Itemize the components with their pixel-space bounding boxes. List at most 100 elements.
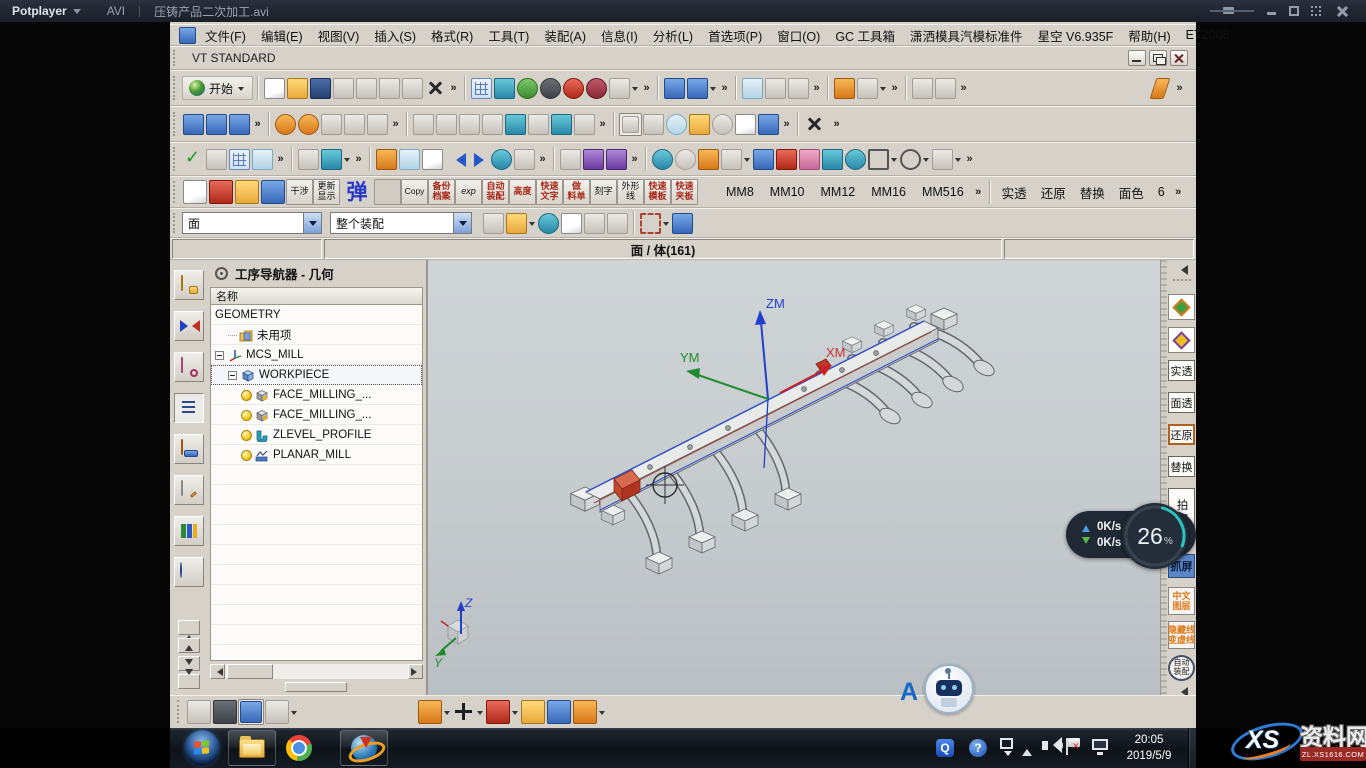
update-display-button[interactable]: 更新显示 xyxy=(313,179,340,205)
menu-help[interactable]: 帮助(H) xyxy=(1128,26,1170,45)
group-icon[interactable] xyxy=(574,114,595,135)
chevron-down-icon[interactable] xyxy=(890,150,899,168)
window-up-icon[interactable] xyxy=(514,149,535,170)
view-face-color[interactable]: 面色 xyxy=(1119,183,1144,202)
menu-edit[interactable]: 编辑(E) xyxy=(261,26,303,45)
align-center-icon[interactable] xyxy=(436,114,457,135)
table-icon[interactable] xyxy=(252,149,273,170)
toolbar-overflow-icon[interactable] xyxy=(780,119,793,129)
quick-text-button[interactable]: 快速文字 xyxy=(536,179,563,205)
tab-internet-info[interactable] xyxy=(174,557,204,587)
flag-tool-icon[interactable] xyxy=(206,149,227,170)
auto-assembly-button[interactable]: 自动装配 xyxy=(1168,655,1195,681)
polygon-tool-icon[interactable] xyxy=(900,149,921,170)
robot-avatar[interactable] xyxy=(924,664,974,714)
translate-icon[interactable] xyxy=(321,114,342,135)
nx-restore-icon[interactable] xyxy=(1149,50,1167,66)
tree-row-workpiece[interactable]: WORKPIECE xyxy=(211,365,422,385)
grid-icon[interactable] xyxy=(471,78,492,99)
rectangle-select-icon[interactable] xyxy=(640,213,661,234)
pattern-linear-icon[interactable] xyxy=(551,114,572,135)
plate-icon[interactable] xyxy=(822,149,843,170)
menu-format[interactable]: 格式(R) xyxy=(431,26,473,45)
view-solid-transparent[interactable]: 实透 xyxy=(1002,183,1027,202)
create-method-icon[interactable] xyxy=(265,700,289,724)
toolbar-overflow-icon[interactable] xyxy=(447,83,460,93)
spline-tool-icon[interactable] xyxy=(932,149,953,170)
datum-plane-icon[interactable] xyxy=(399,149,420,170)
start-button[interactable] xyxy=(184,730,220,766)
view-restore[interactable]: 还原 xyxy=(1041,183,1066,202)
scope-select[interactable]: 整个装配 xyxy=(330,212,472,234)
graphics-viewport[interactable]: ZM YM XM Z Y xyxy=(428,260,1160,695)
yellow-box-icon[interactable] xyxy=(235,180,259,204)
tree-row-face-milling-1[interactable]: FACE_MILLING_... xyxy=(211,385,422,405)
toolbar-grip[interactable] xyxy=(173,213,177,233)
menu-et2008[interactable]: ET2008 xyxy=(1186,28,1230,42)
player-volume-slider[interactable] xyxy=(1210,10,1254,12)
create-point-icon[interactable] xyxy=(453,701,475,723)
toolbar-grip[interactable] xyxy=(173,76,177,100)
chevron-down-icon[interactable] xyxy=(598,703,607,721)
analysis-icon[interactable] xyxy=(857,78,878,99)
create-geometry-button[interactable] xyxy=(238,699,264,725)
sketch-icon[interactable] xyxy=(912,78,933,99)
display-mode-icon[interactable] xyxy=(609,78,630,99)
app-menu-icon[interactable] xyxy=(179,27,196,44)
menu-xingkong[interactable]: 星空 V6.935F xyxy=(1038,26,1114,45)
taskbar-chrome-button[interactable] xyxy=(286,735,312,761)
auto-assemble-button[interactable]: 自动装配 xyxy=(482,179,509,205)
move-object-icon[interactable] xyxy=(183,114,204,135)
quick-template-button[interactable]: 快速模板 xyxy=(644,179,671,205)
menu-file[interactable]: 文件(F) xyxy=(205,26,246,45)
menu-analysis[interactable]: 分析(L) xyxy=(653,26,693,45)
tab-part-navigator[interactable] xyxy=(174,352,204,382)
menu-assembly[interactable]: 装配(A) xyxy=(544,26,586,45)
create-program-icon[interactable] xyxy=(187,700,211,724)
globe-icon[interactable] xyxy=(652,149,673,170)
collapse-left-icon[interactable] xyxy=(1176,265,1188,275)
nx-minimize-icon[interactable] xyxy=(1128,50,1146,66)
chevron-down-icon[interactable] xyxy=(476,703,485,721)
print-icon[interactable] xyxy=(333,78,354,99)
assistant-widget[interactable]: A xyxy=(898,662,974,718)
toolbar-overflow-icon[interactable] xyxy=(963,154,976,164)
tree-row-mcs-mill[interactable]: MCS_MILL xyxy=(211,345,422,365)
tab-operation-navigator[interactable] xyxy=(174,393,204,423)
compass-icon[interactable] xyxy=(491,149,512,170)
taskbar-nx-button[interactable] xyxy=(340,730,388,766)
size-mm16[interactable]: MM16 xyxy=(871,185,906,199)
tree-row-geometry[interactable]: GEOMETRY xyxy=(211,305,422,325)
align-right-icon[interactable] xyxy=(459,114,480,135)
distribute-icon[interactable] xyxy=(482,114,503,135)
toolbar-overflow-icon[interactable] xyxy=(274,154,287,164)
flag-marker-icon[interactable] xyxy=(486,700,510,724)
chevron-down-icon[interactable] xyxy=(709,79,718,97)
chevron-down-icon[interactable] xyxy=(743,150,752,168)
purple-cube-icon[interactable] xyxy=(583,149,604,170)
boss-icon[interactable] xyxy=(799,149,820,170)
save-icon[interactable] xyxy=(310,78,331,99)
menu-view[interactable]: 视图(V) xyxy=(318,26,360,45)
bulb-icon[interactable] xyxy=(241,430,252,441)
scroll-up-icon[interactable] xyxy=(178,638,200,653)
size-mm12[interactable]: MM12 xyxy=(821,185,856,199)
backup-files-button[interactable]: 备份档案 xyxy=(428,179,455,205)
toolbar-overflow-icon[interactable] xyxy=(888,83,901,93)
drill-depth-icon[interactable] xyxy=(521,700,545,724)
bulb-icon[interactable] xyxy=(241,390,252,401)
export-button[interactable]: exp xyxy=(455,179,482,205)
rotate-cw-icon[interactable] xyxy=(275,114,296,135)
open-file-icon[interactable] xyxy=(287,78,308,99)
add-point-icon[interactable] xyxy=(689,114,710,135)
size-mm10[interactable]: MM10 xyxy=(770,185,805,199)
tab-assembly-navigator[interactable] xyxy=(174,270,204,300)
offset-icon[interactable] xyxy=(367,114,388,135)
forward-arrow-icon[interactable] xyxy=(468,149,489,170)
volume-icon[interactable] xyxy=(1042,741,1048,750)
scroll-right-icon[interactable] xyxy=(408,664,423,679)
book-icon[interactable] xyxy=(422,149,443,170)
rotate-ccw-icon[interactable] xyxy=(298,114,319,135)
chevron-down-icon[interactable] xyxy=(290,703,299,721)
outline-button[interactable]: 外形线 xyxy=(617,179,644,205)
